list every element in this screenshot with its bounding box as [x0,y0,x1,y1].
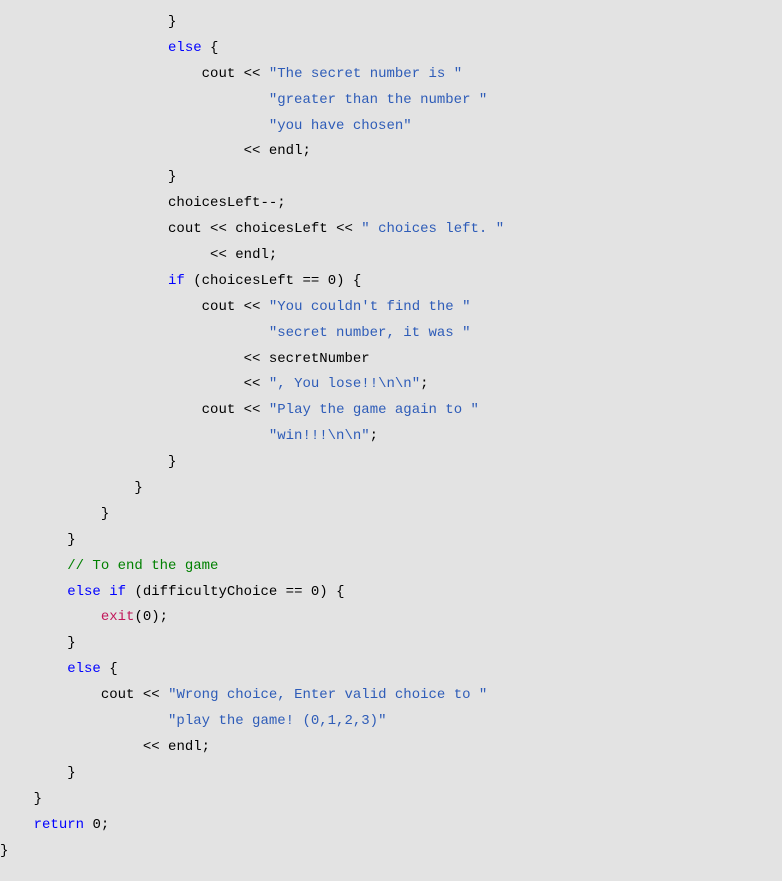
code-line: << endl; [0,247,277,263]
code-line: } [0,532,76,548]
code-line: else if (difficultyChoice == 0) { [0,584,345,600]
code-line: cout << "The secret number is " [0,66,462,82]
code-line: << endl; [0,143,311,159]
code-line: } [0,791,42,807]
code-line: } [0,765,76,781]
code-line: choicesLeft--; [0,195,286,211]
code-line: } [0,635,76,651]
code-line: "you have chosen" [0,118,412,134]
code-line: cout << "Wrong choice, Enter valid choic… [0,687,487,703]
code-line: cout << choicesLeft << " choices left. " [0,221,504,237]
code-line: } [0,480,143,496]
code-line: else { [0,661,118,677]
code-line: << endl; [0,739,210,755]
code-line: "greater than the number " [0,92,487,108]
code-line: << ", You lose!!\n\n"; [0,376,429,392]
code-line: "play the game! (0,1,2,3)" [0,713,386,729]
code-line: } [0,506,109,522]
code-line: << secretNumber [0,351,370,367]
code-line: cout << "You couldn't find the " [0,299,471,315]
code-line: exit(0); [0,609,168,625]
code-line: } [0,169,176,185]
code-line: } [0,14,176,30]
code-block: } else { cout << "The secret number is "… [0,10,782,864]
code-line: } [0,454,176,470]
code-line: return 0; [0,817,109,833]
code-line: if (choicesLeft == 0) { [0,273,361,289]
code-line: cout << "Play the game again to " [0,402,479,418]
code-line: // To end the game [0,558,218,574]
code-line: else { [0,40,218,56]
code-line: "secret number, it was " [0,325,470,341]
code-line: } [0,843,8,859]
code-line: "win!!!\n\n"; [0,428,378,444]
